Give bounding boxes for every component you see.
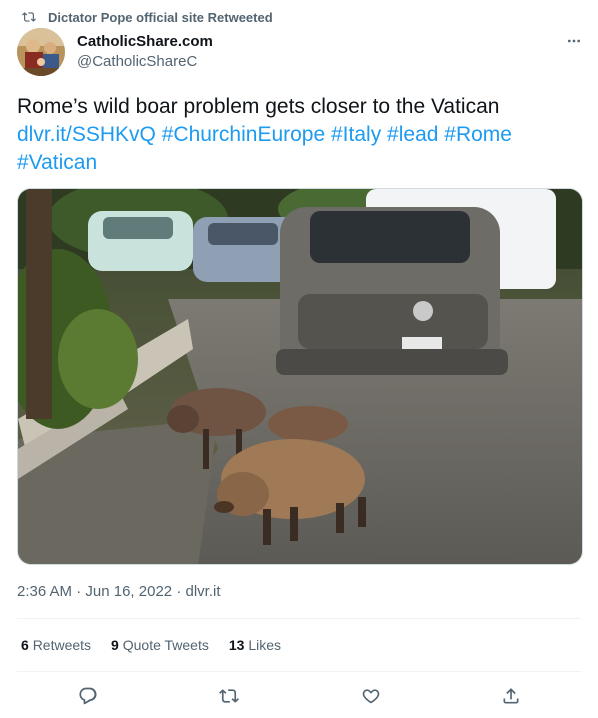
author-handle[interactable]: @CatholicShareC (77, 53, 197, 70)
retweets-stat[interactable]: 6 Retweets (21, 637, 91, 653)
more-button[interactable] (560, 30, 588, 52)
likes-label: Likes (248, 637, 282, 653)
hashtag-italy[interactable]: #Italy (331, 123, 381, 146)
tweet-headline: Rome’s wild boar problem gets closer to … (17, 95, 500, 118)
reply-icon (79, 687, 97, 705)
hashtag-vatican[interactable]: #Vatican (17, 151, 97, 174)
retweets-count: 6 (21, 637, 29, 653)
tweet-date[interactable]: Jun 16, 2022 (85, 583, 172, 600)
tweet-source[interactable]: dlvr.it (185, 583, 220, 600)
hashtag-churchineurope[interactable]: #ChurchinEurope (162, 123, 325, 146)
tweet-text: Rome’s wild boar problem gets closer to … (17, 93, 587, 177)
stats-row: 6 Retweets 9 Quote Tweets 13 Likes (21, 637, 281, 653)
quote-tweets-stat[interactable]: 9 Quote Tweets (111, 637, 209, 653)
hashtag-rome[interactable]: #Rome (444, 123, 512, 146)
timestamp-row: 2:36 AM · Jun 16, 2022 · dlvr.it (17, 583, 221, 600)
meta-separator: · (76, 583, 82, 600)
retweet-icon (219, 689, 239, 703)
divider (17, 671, 581, 672)
quotes-count: 9 (111, 637, 119, 653)
share-icon (503, 688, 519, 704)
quotes-label: Quote Tweets (122, 637, 209, 653)
retweet-button[interactable] (215, 682, 243, 710)
retweets-label: Retweets (32, 637, 92, 653)
author-name[interactable]: CatholicShare.com (77, 33, 213, 50)
avatar-painting-icon (17, 28, 65, 76)
retweet-banner[interactable]: Dictator Pope official site Retweeted (22, 8, 273, 26)
like-icon (362, 689, 380, 704)
hashtag-lead[interactable]: #lead (387, 123, 438, 146)
tweet-link[interactable]: dlvr.it/SSHKvQ (17, 123, 156, 146)
likes-count: 13 (228, 637, 245, 653)
avatar[interactable] (17, 28, 65, 76)
likes-stat[interactable]: 13 Likes (229, 637, 281, 653)
retweet-icon (22, 12, 36, 22)
tweet-time[interactable]: 2:36 AM (17, 583, 72, 600)
tweet-photo[interactable] (17, 188, 583, 565)
share-button[interactable] (497, 682, 525, 710)
like-button[interactable] (357, 682, 385, 710)
actions-row (0, 682, 598, 710)
photo-wild-boars-street-icon (18, 189, 582, 564)
divider (17, 618, 581, 619)
retweet-banner-label: Dictator Pope official site Retweeted (48, 9, 273, 25)
more-horizontal-icon (568, 39, 580, 43)
reply-button[interactable] (74, 682, 102, 710)
meta-separator: · (176, 583, 182, 600)
